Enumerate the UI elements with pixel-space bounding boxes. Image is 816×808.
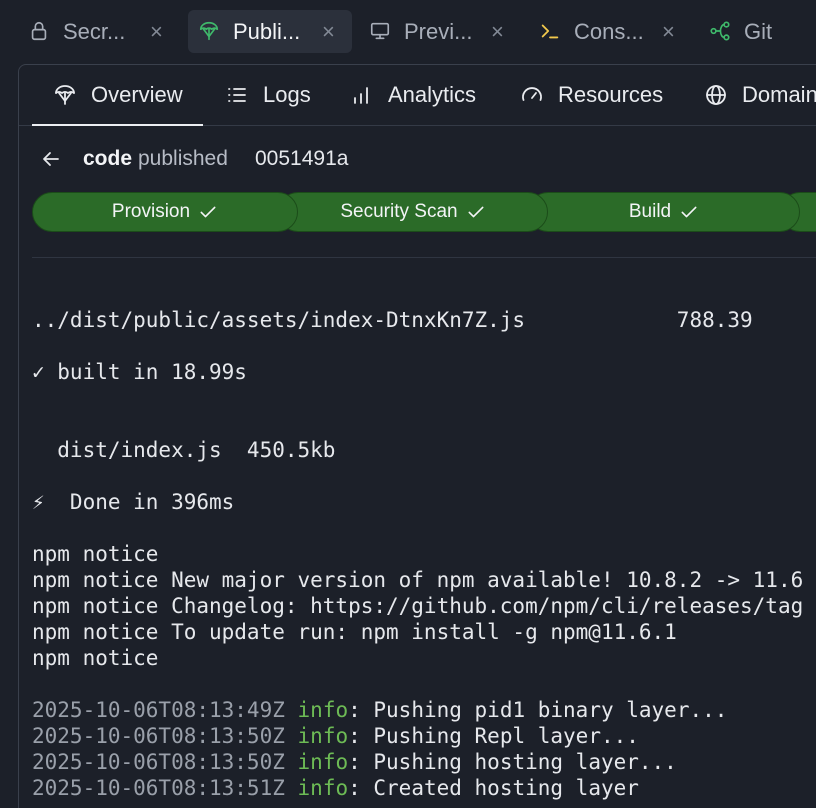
log-line: dist/index.js 450.5kb — [32, 438, 336, 462]
monitor-icon — [370, 22, 390, 40]
log-timestamp: 2025-10-06T08:13:51Z — [32, 776, 285, 800]
check-icon — [681, 206, 697, 218]
log-line: 2025-10-06T08:13:50Z info: Pushing hosti… — [32, 749, 816, 775]
list-icon — [228, 88, 246, 102]
subnav-item-resources[interactable]: Resources — [520, 79, 663, 111]
log-level: info — [297, 724, 349, 748]
log-timestamp: 2025-10-06T08:13:50Z — [32, 724, 285, 748]
build-log: ../dist/public/assets/index-DtnxKn7Z.js … — [32, 307, 816, 801]
step-build[interactable]: Build — [528, 192, 800, 232]
deployment-header: code published 0051491a — [19, 145, 816, 175]
globe-icon — [706, 85, 726, 105]
tab-label: Secr... — [63, 19, 126, 44]
tab-console[interactable]: Cons... × — [529, 10, 691, 53]
gauge-icon — [522, 87, 542, 101]
publishing-panel: Overview Logs Analytics Resources Domain — [18, 64, 816, 808]
app-name: code — [83, 147, 133, 170]
step-security-scan[interactable]: Security Scan — [278, 192, 548, 232]
step-provision[interactable]: Provision — [32, 192, 298, 232]
log-line: ⚡ Done in 396ms — [32, 490, 235, 514]
deployment-status: published — [138, 147, 228, 170]
tab-secrets[interactable]: Secr... × — [18, 10, 180, 53]
check-icon — [200, 206, 216, 218]
log-line: ✓ built in 18.99s — [32, 360, 247, 384]
log-message: : Pushing pid1 binary layer... — [348, 698, 728, 722]
back-arrow-icon[interactable] — [39, 147, 63, 171]
subnav-label: Overview — [91, 82, 183, 107]
deployment-steps: Provision Security Scan Build — [32, 192, 816, 232]
log-timestamp: 2025-10-06T08:13:49Z — [32, 698, 285, 722]
subnav-label: Domain — [742, 82, 816, 107]
subnav-item-logs[interactable]: Logs — [225, 79, 311, 111]
publishing-subnav: Overview Logs Analytics Resources Domain — [19, 65, 816, 126]
divider — [32, 257, 816, 258]
console-icon — [541, 24, 559, 39]
subnav-item-overview[interactable]: Overview — [53, 79, 183, 111]
log-message: : Pushing Repl layer... — [348, 724, 639, 748]
subnav-item-analytics[interactable]: Analytics — [350, 79, 476, 111]
step-label: Build — [628, 201, 672, 222]
log-level: info — [297, 750, 349, 774]
log-line: npm notice Changelog: https://github.com… — [32, 594, 804, 618]
subnav-item-domains[interactable]: Domain — [704, 79, 816, 111]
subnav-label: Resources — [558, 82, 664, 107]
deploy-icon — [55, 85, 75, 105]
tab-label: Publi... — [233, 19, 301, 44]
check-icon — [468, 206, 484, 218]
log-line: 2025-10-06T08:13:50Z info: Pushing Repl … — [32, 723, 816, 749]
subnav-label: Logs — [263, 82, 311, 107]
tab-close-icon[interactable]: × — [662, 19, 675, 45]
log-line: npm notice — [32, 542, 159, 566]
lock-icon — [31, 21, 47, 41]
git-icon — [710, 21, 730, 41]
log-line: 2025-10-06T08:13:51Z info: Created hosti… — [32, 775, 816, 801]
editor-tab-bar: Secr... × Publi... × Previ... × Cons... … — [0, 0, 816, 64]
active-tab-underline — [32, 124, 203, 126]
tab-close-icon[interactable]: × — [491, 19, 504, 45]
tab-close-icon[interactable]: × — [150, 19, 163, 45]
tab-publishing[interactable]: Publi... × — [188, 10, 352, 53]
tab-label: Cons... — [574, 19, 644, 44]
log-line: npm notice — [32, 646, 159, 670]
bar-chart-icon — [354, 87, 368, 104]
log-line: ../dist/public/assets/index-DtnxKn7Z.js … — [32, 308, 753, 332]
step-label: Provision — [111, 201, 191, 222]
tab-preview[interactable]: Previ... × — [359, 10, 520, 53]
tab-git[interactable]: Git — [699, 10, 809, 53]
step-label: Security Scan — [340, 201, 458, 222]
deploy-icon — [199, 21, 219, 41]
log-message: : Pushing hosting layer... — [348, 750, 677, 774]
log-line: npm notice To update run: npm install -g… — [32, 620, 677, 644]
log-line: npm notice New major version of npm avai… — [32, 568, 804, 592]
tab-label: Git — [744, 19, 773, 44]
commit-hash[interactable]: 0051491a — [255, 147, 348, 171]
log-level: info — [297, 698, 349, 722]
log-message: : Created hosting layer — [348, 776, 639, 800]
log-timestamp: 2025-10-06T08:13:50Z — [32, 750, 285, 774]
log-level: info — [297, 776, 349, 800]
tab-label: Previ... — [404, 19, 473, 44]
subnav-label: Analytics — [388, 82, 477, 107]
log-line: 2025-10-06T08:13:49Z info: Pushing pid1 … — [32, 697, 816, 723]
tab-close-icon[interactable]: × — [322, 19, 335, 45]
